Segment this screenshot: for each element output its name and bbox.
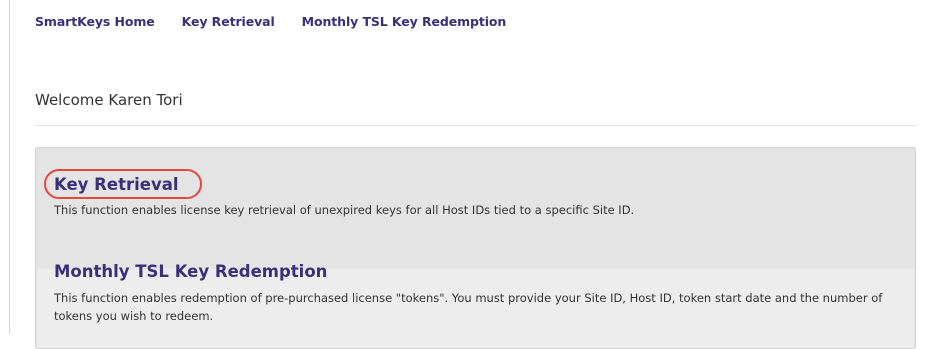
- top-nav: SmartKeys Home Key Retrieval Monthly TSL…: [35, 14, 506, 29]
- welcome-message: Welcome Karen Tori: [35, 91, 183, 109]
- function-key-retrieval: Key Retrieval This function enables lice…: [44, 169, 909, 219]
- nav-link-monthly-tsl-key-redemption[interactable]: Monthly TSL Key Redemption: [302, 14, 507, 29]
- monthly-tsl-description: This function enables redemption of pre-…: [54, 291, 883, 323]
- functions-panel: Key Retrieval This function enables lice…: [35, 147, 916, 349]
- function-monthly-tsl: Monthly TSL Key Redemption This function…: [54, 262, 909, 325]
- key-retrieval-description: This function enables license key retrie…: [54, 203, 635, 217]
- key-retrieval-title: Key Retrieval: [54, 175, 179, 194]
- key-retrieval-link[interactable]: Key Retrieval: [44, 169, 202, 199]
- monthly-tsl-title: Monthly TSL Key Redemption: [54, 262, 328, 281]
- nav-link-key-retrieval[interactable]: Key Retrieval: [182, 14, 275, 29]
- monthly-tsl-link[interactable]: Monthly TSL Key Redemption: [54, 262, 327, 281]
- nav-link-smartkeys-home[interactable]: SmartKeys Home: [35, 14, 155, 29]
- divider: [35, 125, 916, 126]
- left-border: [9, 0, 10, 334]
